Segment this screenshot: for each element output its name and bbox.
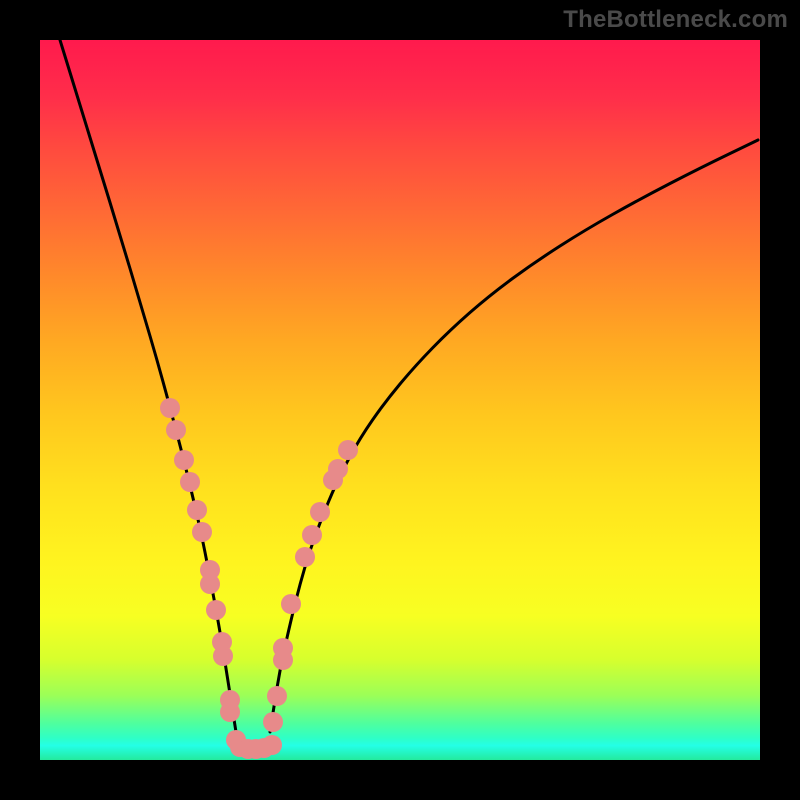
data-point-marker	[310, 502, 330, 522]
data-point-marker	[200, 574, 220, 594]
data-point-marker	[273, 638, 293, 658]
data-point-marker	[338, 440, 358, 460]
curve-right-branch	[270, 140, 758, 732]
plot-area	[40, 40, 760, 760]
data-point-marker	[160, 398, 180, 418]
data-point-marker	[263, 712, 283, 732]
data-point-marker	[192, 522, 212, 542]
data-point-marker	[262, 735, 282, 755]
data-point-marker	[213, 646, 233, 666]
data-point-marker	[206, 600, 226, 620]
data-point-marker	[267, 686, 287, 706]
data-point-marker	[302, 525, 322, 545]
data-point-marker	[281, 594, 301, 614]
data-point-marker	[180, 472, 200, 492]
data-point-marker	[174, 450, 194, 470]
curve-svg	[40, 40, 760, 760]
data-point-marker	[220, 702, 240, 722]
curve-left-branch	[60, 40, 236, 732]
data-point-marker	[187, 500, 207, 520]
data-point-marker	[295, 547, 315, 567]
outer-frame: TheBottleneck.com	[0, 0, 800, 800]
data-point-marker	[166, 420, 186, 440]
data-point-marker	[328, 459, 348, 479]
watermark-text: TheBottleneck.com	[563, 6, 788, 34]
